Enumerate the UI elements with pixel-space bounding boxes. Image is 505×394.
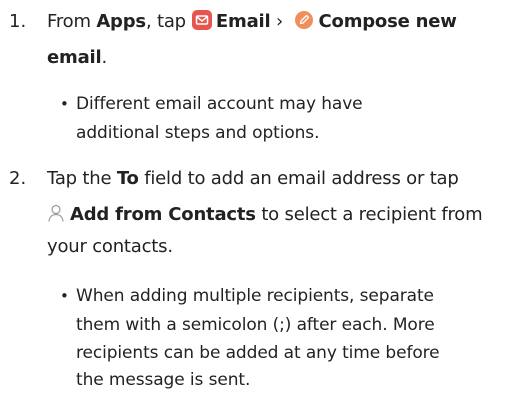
- text: , tap: [145, 11, 186, 32]
- text: From: [47, 11, 97, 32]
- step-number-2: 2.: [9, 168, 27, 189]
- step-2-line-1: Tap the To field to add an email address…: [47, 167, 459, 191]
- step-2-line-2: Add from Contacts to select a recipient …: [47, 203, 483, 227]
- step-2-bullet-line-4: the message is sent.: [76, 370, 251, 390]
- step-number-1: 1.: [9, 11, 27, 32]
- text: .: [101, 47, 107, 68]
- bullet: •: [60, 287, 69, 305]
- step-1-line-2: email.: [47, 46, 107, 70]
- email-app-label: Email: [215, 11, 271, 32]
- step-2-line-3: your contacts.: [47, 236, 173, 257]
- text: field to add an email address or tap: [138, 168, 459, 189]
- step-1-bullet-line-1: Different email account may have: [76, 94, 363, 114]
- apps-label: Apps: [96, 11, 146, 32]
- step-2-bullet-line-2: them with a semicolon (;) after each. Mo…: [76, 315, 435, 335]
- bullet: •: [60, 95, 69, 113]
- step-2-bullet-line-1: When adding multiple recipients, separat…: [76, 286, 434, 306]
- text: to select a recipient from: [255, 204, 483, 225]
- add-from-contacts-label: Add from Contacts: [70, 204, 256, 225]
- step-1-bullet-line-2: additional steps and options.: [76, 123, 320, 143]
- compose-new-label: Compose new: [318, 11, 457, 32]
- to-field-label: To: [116, 168, 139, 189]
- email-envelope-icon: [191, 10, 212, 30]
- step-1-line-1: From Apps, tap Email › Compose new: [47, 10, 457, 34]
- compose-pencil-icon: [294, 11, 313, 29]
- compose-new-label-cont: email: [47, 47, 102, 68]
- step-2-bullet-line-3: recipients can be added at any time befo…: [76, 343, 440, 363]
- separator: ›: [270, 11, 289, 32]
- text: Tap the: [47, 168, 117, 189]
- add-contact-person-icon: [47, 203, 65, 223]
